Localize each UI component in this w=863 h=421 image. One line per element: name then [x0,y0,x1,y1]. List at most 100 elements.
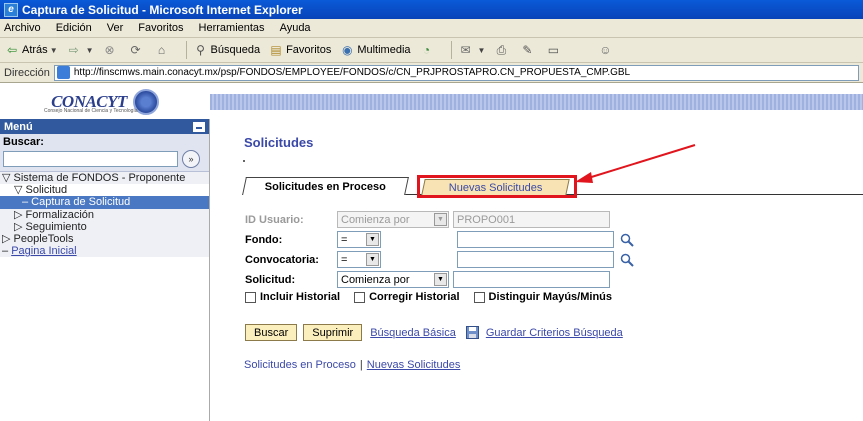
menu-header: Menú [0,119,209,134]
suprimir-button[interactable]: Suprimir [303,324,363,341]
menu-edicion[interactable]: Edición [56,22,92,34]
solicitud-input[interactable] [453,271,610,288]
toolbar-separator [185,41,187,59]
address-input[interactable]: http://finscmws.main.conacyt.mx/psp/FOND… [53,64,859,81]
pagina-inicial-link[interactable]: Pagina Inicial [11,245,76,257]
forward-button[interactable]: ⇨ ▼ [66,42,94,58]
convocatoria-operator-select[interactable]: = ▼ [337,251,381,268]
mail-dropdown-icon[interactable]: ▼ [478,46,486,55]
tree-item-label: – Captura de Solicitud [22,196,131,208]
menu-ayuda[interactable]: Ayuda [280,22,311,34]
discuss-button[interactable]: ▭ [545,42,563,58]
mail-icon: ✉ [460,43,471,57]
solicitudes-en-proceso-text: Solicitudes en Proceso [244,359,356,371]
messenger-icon: ☺ [599,43,612,57]
lookup-magnifier-icon[interactable] [620,253,634,267]
tree-item-seguimiento[interactable]: ▷ Seguimiento [0,221,209,233]
print-button[interactable]: ⎙ [493,42,511,58]
home-icon: ⌂ [157,43,166,57]
row-solicitud: Solicitud: Comienza por ▼ [245,271,610,288]
tab-solicitudes-en-proceso[interactable]: Solicitudes en Proceso [242,177,409,195]
collapsed-triangle-icon: ▷ [14,221,23,233]
checkbox-label: Incluir Historial [260,291,341,303]
menu-ver[interactable]: Ver [107,22,124,34]
buscar-button[interactable]: Buscar [245,324,298,341]
collapsed-triangle-icon: ▷ [14,209,23,221]
checkbox-box[interactable] [245,291,256,303]
convocatoria-label: Convocatoria: [245,253,319,266]
search-go-button[interactable]: » [182,150,200,168]
search-button[interactable]: ⚲ Búsqueda [193,42,260,58]
back-arrow-icon: ⇦ [6,43,18,57]
fondo-operator-select[interactable]: = ▼ [337,231,381,248]
menu-title: Menú [4,120,33,133]
favorites-button[interactable]: ▤ Favoritos [268,42,331,58]
tree-item-formalizacion[interactable]: ▷ Formalización [0,209,209,221]
solicitud-label: Solicitud: [245,273,296,286]
menu-search-label: Buscar: [3,136,44,148]
tree-item-label: PeopleTools [13,233,74,245]
row-id-usuario: ID Usuario: Comienza por ▼ PROPO001 [245,211,610,228]
search-actions: Buscar Suprimir Búsqueda Básica Guardar … [245,324,633,341]
back-label: Atrás [22,44,48,56]
tree-item-peopletools[interactable]: ▷ PeopleTools [0,233,209,245]
sidebar-menu: Menú Buscar: » ▽ Sistema de FONDOS - Pro… [0,119,210,421]
menu-bar: Archivo Edición Ver Favoritos Herramient… [0,19,863,38]
tab-label: Solicitudes en Proceso [264,180,386,193]
checkbox-label: Corregir Historial [369,291,460,303]
browser-toolbar: ⇦ Atrás ▼ ⇨ ▼ ⊗ ⟳ ⌂ ⚲ Búsqueda ▤ Favorit… [0,38,863,63]
menu-favoritos[interactable]: Favoritos [138,22,183,34]
expanded-triangle-icon: ▽ [14,184,23,196]
page-title: Solicitudes [244,135,314,150]
guardar-criterios-link[interactable]: Guardar Criterios Búsqueda [486,327,623,339]
incluir-historial-checkbox[interactable]: Incluir Historial [245,291,340,303]
forward-dropdown-icon[interactable]: ▼ [86,46,94,55]
menu-herramientas[interactable]: Herramientas [199,22,265,34]
minimize-icon[interactable] [193,121,205,132]
history-icon: ◔ [422,43,431,57]
refresh-button[interactable]: ⟳ [128,42,146,58]
tree-item-label: Solicitud [25,184,68,196]
stop-icon: ⊗ [104,43,115,57]
back-button[interactable]: ⇦ Atrás ▼ [4,42,58,58]
dash-icon: – [2,245,9,257]
edit-button[interactable]: ✎ [519,42,537,58]
media-button[interactable]: ◉ Multimedia [339,42,410,58]
address-url: http://finscmws.main.conacyt.mx/psp/FOND… [73,67,631,78]
nuevas-solicitudes-link[interactable]: Nuevas Solicitudes [367,359,461,371]
chevron-down-icon: ▼ [366,253,379,266]
solicitud-operator-select[interactable]: Comienza por ▼ [337,271,449,288]
convocatoria-input[interactable] [457,251,614,268]
menu-tree: ▽ Sistema de FONDOS - Proponente ▽ Solic… [0,172,209,257]
link-separator: | [359,359,363,371]
save-disk-icon[interactable] [465,326,479,339]
fondo-input[interactable] [457,231,614,248]
divider-dot [243,160,245,162]
annotation-arrow-icon [575,144,696,183]
distinguir-mayus-checkbox[interactable]: Distinguir Mayús/Minús [473,291,612,303]
row-fondo: Fondo: = ▼ [245,231,634,248]
tree-item-captura-solicitud[interactable]: – Captura de Solicitud [0,196,209,209]
checkbox-box[interactable] [354,291,366,303]
back-dropdown-icon[interactable]: ▼ [50,46,58,55]
corregir-historial-checkbox[interactable]: Corregir Historial [354,291,460,303]
history-button[interactable]: ◔ [419,42,437,58]
busqueda-basica-link[interactable]: Búsqueda Básica [370,327,456,339]
messenger-button[interactable]: ☺ [597,42,615,58]
tree-item-label: Formalización [25,209,94,221]
tree-item-pagina-inicial[interactable]: – Pagina Inicial [0,245,209,257]
lookup-magnifier-icon[interactable] [620,233,634,247]
stop-button[interactable]: ⊗ [102,42,120,58]
favorites-label: Favoritos [286,44,332,56]
mail-button[interactable]: ✉ ▼ [458,42,486,58]
menu-archivo[interactable]: Archivo [4,22,41,34]
select-value: Comienza por [341,213,410,226]
fondo-label: Fondo: [245,233,283,246]
tree-item-sistema-fondos[interactable]: ▽ Sistema de FONDOS - Proponente [0,172,209,184]
tree-item-solicitud[interactable]: ▽ Solicitud [0,184,209,196]
home-button[interactable]: ⌂ [154,42,172,58]
menu-search-input[interactable] [3,151,178,167]
search-icon: ⚲ [196,43,205,57]
checkbox-box[interactable] [473,291,485,303]
internet-explorer-icon: e [4,2,18,17]
